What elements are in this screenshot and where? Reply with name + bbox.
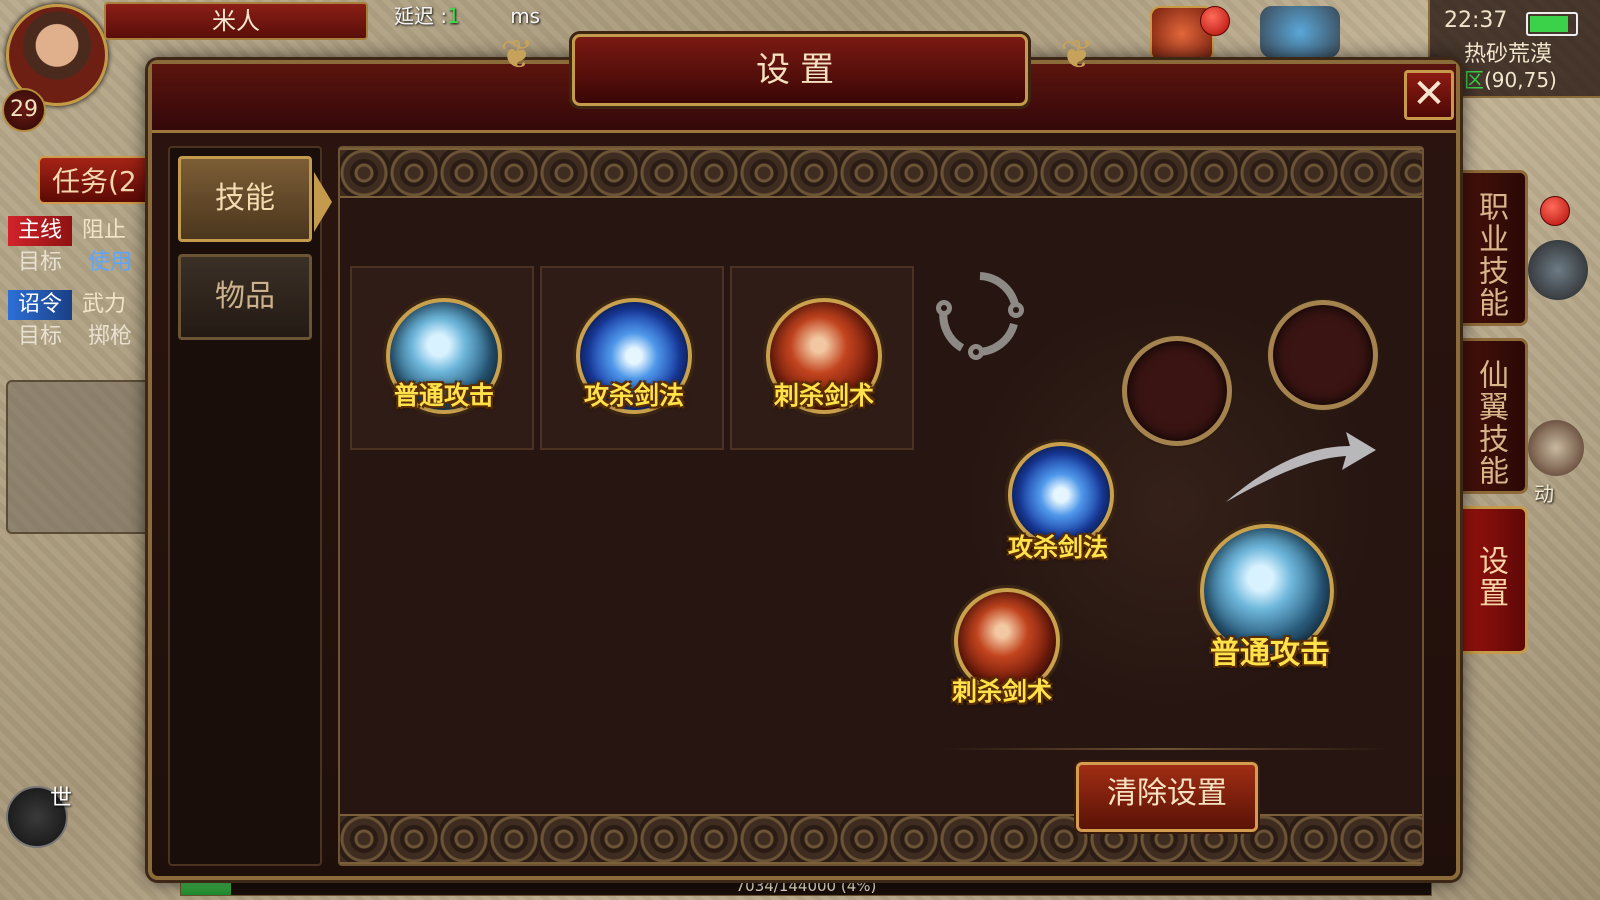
quest-tab[interactable]: 任务(2: [38, 156, 158, 204]
tab-items[interactable]: 物品: [178, 254, 312, 340]
map-coords: 全区(90,75): [1444, 64, 1557, 93]
scroll-ornament-top: [340, 148, 1422, 198]
auto-label: 动: [1534, 482, 1554, 506]
quest-target-row: 目标 使用: [8, 248, 168, 278]
skill-slot-cisha[interactable]: 刺杀剑术: [730, 266, 914, 450]
world-chat-label: 世: [50, 786, 73, 811]
treasure-icon[interactable]: [1260, 6, 1340, 58]
side-tab-label: 仙翼技能: [1473, 359, 1508, 487]
auto-icon[interactable]: [1528, 420, 1584, 476]
skill-slot-gongsha[interactable]: 攻杀剑法: [540, 266, 724, 450]
skill-name: 攻杀剑法: [583, 381, 684, 410]
quest-tag: 主线: [8, 216, 73, 246]
quest-tag: 诏令: [8, 290, 73, 320]
empty-skill-slot[interactable]: [1122, 336, 1232, 446]
wheel-skill-name: 攻杀剑法: [1007, 533, 1108, 562]
category-column: 技能 物品: [168, 146, 322, 866]
player-name: 米人: [104, 2, 368, 40]
latency-label: 延迟 :: [394, 4, 448, 28]
skill-wheel: 攻杀剑法 刺杀剑术 普通攻击: [930, 244, 1400, 744]
battery-icon: [1526, 12, 1578, 36]
notification-dot-icon: [1200, 6, 1230, 36]
clear-settings-button[interactable]: 清除设置: [1076, 762, 1258, 832]
top-icon-bar: [1150, 2, 1410, 62]
tab-skills[interactable]: 技能: [178, 156, 312, 242]
skill-config-area: 普通攻击 攻杀剑法 刺杀剑术 攻杀剑法 刺杀剑术 普通攻击 清除设置: [338, 146, 1424, 866]
quest-target-value: 掷枪: [88, 324, 133, 349]
dragon-ornament-icon: ❦: [1060, 32, 1094, 78]
empty-skill-slot[interactable]: [1268, 300, 1378, 410]
side-skill-icon[interactable]: [1528, 240, 1588, 300]
quest-row[interactable]: 诏令 武力: [8, 290, 158, 320]
side-tab-class-skills[interactable]: 职业技能: [1452, 170, 1528, 326]
skill-slot-basic-attack[interactable]: 普通攻击: [350, 266, 534, 450]
rotate-icon[interactable]: [930, 264, 1030, 364]
side-tab-label: 设置: [1473, 545, 1508, 609]
title-plate: 设置: [572, 34, 1028, 106]
coords-value: (90,75): [1484, 68, 1557, 92]
scroll-ornament-bottom: [340, 814, 1422, 864]
side-tab-label: 职业技能: [1473, 191, 1508, 319]
notification-dot-icon: [1540, 196, 1570, 226]
divider: [940, 748, 1390, 750]
quest-target-value[interactable]: 使用: [88, 250, 132, 275]
quest-text: 武力: [82, 292, 127, 317]
side-tab-settings[interactable]: 设置: [1452, 506, 1528, 654]
skill-name: 刺杀剑术: [773, 381, 874, 410]
wheel-main-skill-name: 普通攻击: [1210, 636, 1330, 671]
quest-target-label: 目标: [18, 324, 63, 349]
quest-target-label: 目标: [18, 250, 63, 275]
quest-row[interactable]: 主线 阻止: [8, 216, 158, 246]
quest-text: 阻止: [82, 218, 127, 243]
voice-chat[interactable]: 世: [6, 770, 72, 848]
skill-name: 普通攻击: [393, 381, 494, 410]
quest-target-row: 目标 掷枪: [8, 322, 168, 352]
side-tab-wing-skills[interactable]: 仙翼技能: [1452, 338, 1528, 494]
settings-header: ❦ 设置 ❦ ✕: [152, 32, 1456, 133]
settings-window: ❦ 设置 ❦ ✕ 技能 物品 普通攻击 攻杀剑法 刺杀剑术 攻杀剑法 刺杀剑术 …: [148, 32, 1460, 880]
clock: 22:37: [1444, 8, 1508, 33]
settings-title: 设置: [756, 50, 844, 90]
level-badge: 29: [2, 88, 46, 132]
minimap[interactable]: [6, 380, 160, 534]
close-button[interactable]: ✕: [1404, 70, 1454, 120]
dragon-ornament-icon: ❦: [500, 32, 534, 78]
wheel-skill-name: 刺杀剑术: [951, 677, 1052, 706]
arrow-icon: [1226, 432, 1376, 502]
active-tab-arrow-icon: [314, 172, 332, 232]
